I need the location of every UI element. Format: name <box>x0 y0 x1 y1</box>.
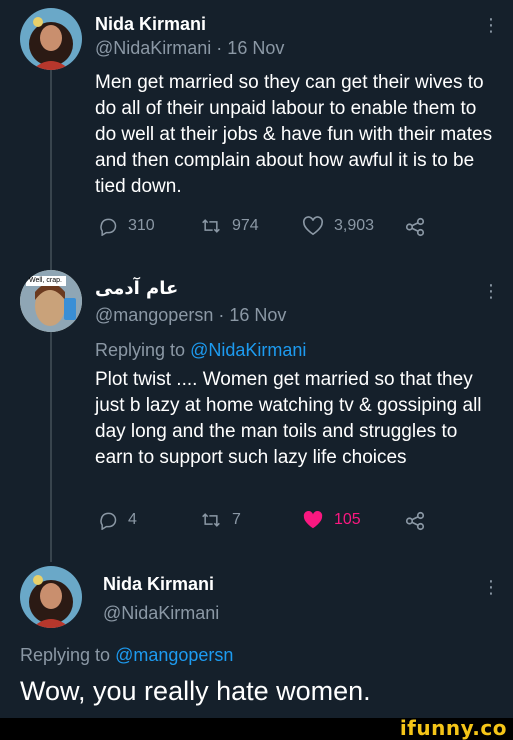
tweet2-author-name[interactable]: عام آدمی <box>95 278 178 299</box>
thread-line-1 <box>50 70 52 270</box>
retweet-icon <box>202 513 220 527</box>
tweet2-like-count: 105 <box>334 511 361 528</box>
tweet1-reply-button[interactable]: 310 <box>98 216 155 236</box>
share-icon <box>405 217 425 237</box>
reply-icon <box>100 512 117 530</box>
tweet2-replying-to: Replying to @NidaKirmani <box>95 340 306 361</box>
tweet3-text: Wow, you really hate women. <box>20 676 371 706</box>
tweet1-more-icon[interactable]: ⋮ <box>482 16 500 34</box>
tweet3-handle[interactable]: @NidaKirmani <box>103 603 219 624</box>
replying-to-label: Replying to <box>95 340 186 360</box>
tweet1-like-count: 3,903 <box>334 217 375 234</box>
heart-filled-icon <box>303 510 323 529</box>
reply-icon <box>100 218 117 236</box>
tweet2-handle-date[interactable]: @mangopersn · 16 Nov <box>95 305 286 326</box>
tweet1-text: Men get married so they can get their wi… <box>95 72 493 197</box>
tweet2-retweet-button[interactable]: 7 <box>200 510 241 530</box>
avatar-nida-kirmani-2[interactable] <box>20 566 82 628</box>
tweet1-retweet-button[interactable]: 974 <box>200 216 259 236</box>
replying-to-label: Replying to <box>20 645 111 665</box>
tweet2-more-icon[interactable]: ⋮ <box>482 282 500 300</box>
tweet3-author-name[interactable]: Nida Kirmani <box>103 574 214 595</box>
avatar-nida-kirmani[interactable] <box>20 8 82 70</box>
share-icon <box>405 511 425 531</box>
tweet2-like-button[interactable]: 105 <box>302 510 361 530</box>
tweet2-reply-count: 4 <box>128 511 137 528</box>
tweet1-author-name[interactable]: Nida Kirmani <box>95 14 206 35</box>
avatar-image <box>20 566 82 628</box>
tweet2-share-button[interactable] <box>404 510 426 532</box>
heart-icon <box>302 216 324 236</box>
tweet1-share-button[interactable] <box>404 216 426 238</box>
ifunny-watermark: ifunny.co <box>399 716 507 740</box>
tweet1-reply-count: 310 <box>128 217 155 234</box>
tweet3-more-icon[interactable]: ⋮ <box>482 578 500 596</box>
avatar-caption: Well, crap. <box>29 277 62 284</box>
tweet1-like-button[interactable]: 3,903 <box>302 216 374 236</box>
tweet3-replying-to: Replying to @mangopersn <box>20 645 233 666</box>
avatar-image <box>20 8 82 70</box>
replying-to-handle-link[interactable]: @NidaKirmani <box>190 340 306 360</box>
replying-to-handle-link[interactable]: @mangopersn <box>115 645 233 665</box>
tweet1-handle-date[interactable]: @NidaKirmani · 16 Nov <box>95 38 284 59</box>
thread-line-2 <box>50 330 52 562</box>
tweet1-retweet-count: 974 <box>232 217 259 234</box>
tweet2-reply-button[interactable]: 4 <box>98 510 137 530</box>
tweet2-text: Plot twist .... Women get married so tha… <box>95 369 482 468</box>
tweet2-retweet-count: 7 <box>232 511 241 528</box>
retweet-icon <box>202 219 220 233</box>
